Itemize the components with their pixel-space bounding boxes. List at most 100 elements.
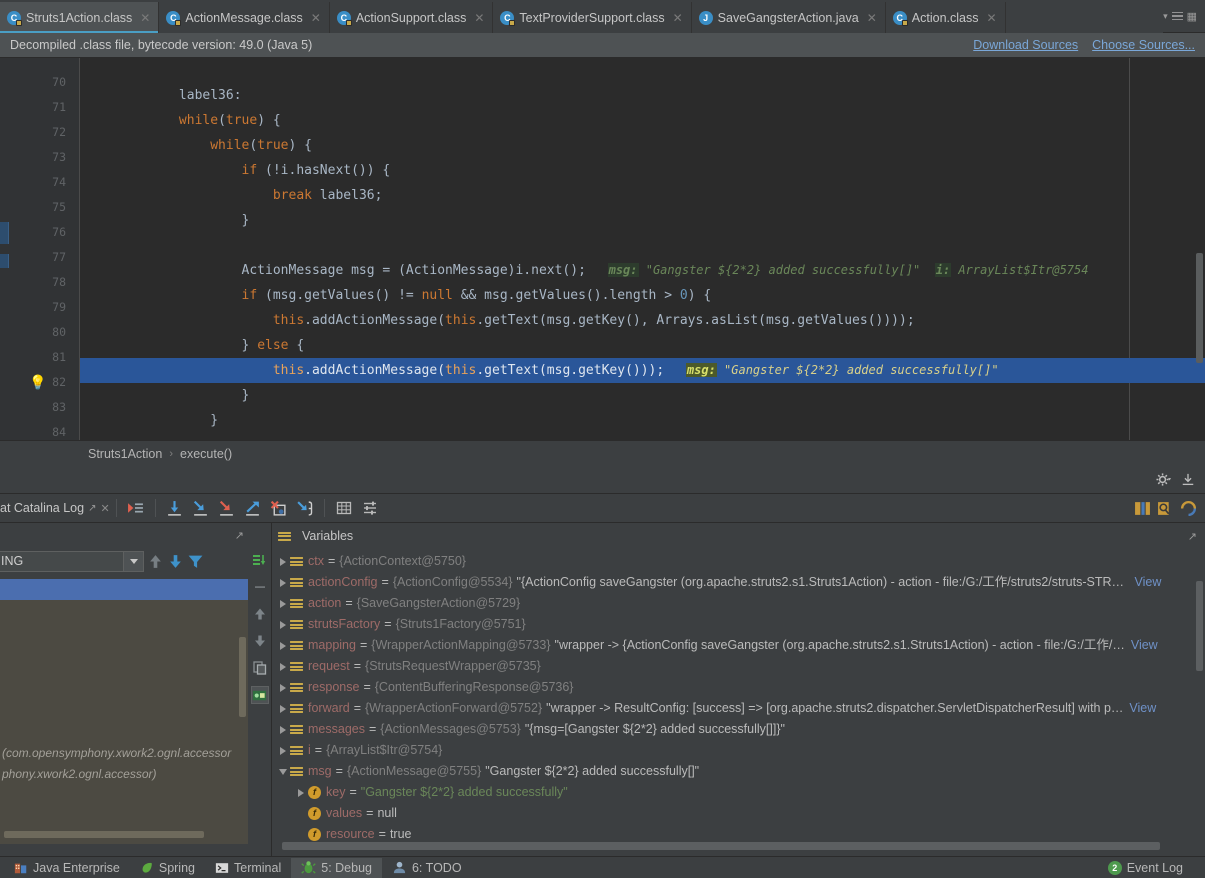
expand-toggle-icon[interactable] (276, 704, 290, 713)
breadcrumb-class[interactable]: Struts1Action (88, 447, 162, 461)
step-over-icon[interactable] (164, 497, 186, 519)
pin-icon[interactable]: ↗ (88, 503, 96, 514)
variable-row-values[interactable]: f values = null (272, 803, 1205, 824)
pin-icon[interactable]: ↗ (1188, 530, 1205, 543)
code-line-83[interactable]: } (80, 383, 1205, 408)
variable-row-resource[interactable]: f resource = true (272, 824, 1205, 841)
variable-row-actionconfig[interactable]: actionConfig = {ActionConfig@5534} "{Act… (272, 572, 1205, 593)
pin-icon[interactable]: ↗ (235, 529, 244, 542)
variable-row-strutsfactory[interactable]: strutsFactory = {Struts1Factory@5751} (272, 614, 1205, 635)
thread-selector-combo[interactable]: ING (0, 550, 144, 572)
editor-tab-action[interactable]: C Action.class ✕ (885, 2, 1006, 33)
close-icon[interactable]: ✕ (100, 502, 109, 515)
editor-tab-actionsupport[interactable]: C ActionSupport.class ✕ (329, 2, 494, 33)
breadcrumb-method[interactable]: execute() (180, 447, 232, 461)
close-icon[interactable]: ✕ (867, 12, 877, 24)
expand-toggle-icon[interactable] (294, 788, 308, 797)
expand-toggle-icon[interactable] (276, 746, 290, 755)
variable-row-msg[interactable]: msg = {ActionMessage@5755} "Gangster ${2… (272, 761, 1205, 782)
expand-toggle-icon[interactable] (276, 599, 290, 608)
chevron-down-icon[interactable]: ▾ (1163, 11, 1168, 22)
frame-row[interactable] (0, 621, 248, 642)
status-item-debug[interactable]: 5: Debug (291, 857, 382, 878)
filter-icon[interactable] (187, 553, 204, 570)
editor-vertical-scrollbar[interactable] (1196, 253, 1203, 363)
mute-breakpoints-icon[interactable] (1157, 500, 1174, 517)
code-line-77[interactable] (80, 233, 1205, 258)
chevron-down-icon[interactable] (123, 551, 143, 571)
status-item-spring[interactable]: Spring (130, 858, 205, 878)
frame-row[interactable] (0, 600, 248, 621)
code-line-71[interactable]: label36: (80, 83, 1205, 108)
frames-list[interactable]: (com.opensymphony.xwork2.ognl.accessor p… (0, 579, 248, 844)
status-item-todo[interactable]: 6: TODO (382, 858, 472, 878)
variable-row-response[interactable]: response = {ContentBufferingResponse@573… (272, 677, 1205, 698)
step-into-icon[interactable] (190, 497, 212, 519)
code-line-84[interactable]: } (80, 408, 1205, 433)
tab-list-menu-icon[interactable] (1171, 11, 1183, 21)
frame-row[interactable]: (com.opensymphony.xwork2.ognl.accessor (0, 743, 248, 764)
variable-row-action[interactable]: action = {SaveGangsterAction@5729} (272, 593, 1205, 614)
debug-session-tab[interactable]: at Catalina Log ↗ ✕ (0, 501, 110, 515)
restore-layout-icon[interactable] (1180, 500, 1197, 517)
move-up-icon[interactable] (251, 605, 269, 623)
expand-toggle-icon[interactable] (276, 578, 290, 587)
expand-toggle-icon[interactable] (276, 662, 290, 671)
editor-tab-actionmessage[interactable]: C ActionMessage.class ✕ (159, 2, 330, 33)
move-down-icon[interactable] (251, 632, 269, 650)
code-line-80[interactable]: this.addActionMessage(this.getText(msg.g… (80, 308, 1205, 333)
code-line-74[interactable]: if (!i.hasNext()) { (80, 158, 1205, 183)
variables-horizontal-scrollbar[interactable] (282, 842, 1160, 850)
code-line-81[interactable]: } else { (80, 333, 1205, 358)
frame-row[interactable] (0, 663, 248, 684)
variable-row-messages[interactable]: messages = {ActionMessages@5753} "{msg=[… (272, 719, 1205, 740)
frame-row[interactable] (0, 642, 248, 663)
editor-tab-struts1action[interactable]: C Struts1Action.class ✕ (0, 2, 160, 33)
close-icon[interactable]: ✕ (673, 12, 683, 24)
code-editor[interactable]: 70 71 72 73 74 75 76 77 78 79 80 81 82 8… (0, 58, 1205, 440)
code-line-76[interactable]: } (80, 208, 1205, 233)
view-link[interactable]: View (1131, 635, 1158, 656)
expand-toggle-icon[interactable] (276, 557, 290, 566)
view-link[interactable]: View (1129, 698, 1156, 719)
close-icon[interactable]: ✕ (474, 12, 484, 24)
frame-row[interactable] (0, 579, 248, 600)
remove-icon[interactable] (251, 578, 269, 596)
close-icon[interactable]: ✕ (986, 12, 996, 24)
code-line-70[interactable] (80, 58, 1205, 83)
status-item-java-enterprise[interactable]: Java Enterprise (4, 858, 130, 878)
expand-toggle-icon[interactable] (276, 641, 290, 650)
code-line-72[interactable]: while(true) { (80, 108, 1205, 133)
editor-tab-savegangsteraction[interactable]: J SaveGangsterAction.java ✕ (691, 2, 886, 33)
collapse-toggle-icon[interactable] (276, 768, 290, 775)
copy-icon[interactable] (251, 659, 269, 677)
close-icon[interactable]: ✕ (311, 12, 321, 24)
editor-tab-textprovidersupport[interactable]: C TextProviderSupport.class ✕ (493, 2, 692, 33)
force-step-into-icon[interactable] (216, 497, 238, 519)
frame-row[interactable]: phony.xwork2.ognl.accessor) (0, 764, 248, 785)
settings-icon[interactable] (359, 497, 381, 519)
editor-text-area[interactable]: label36: while(true) { while(true) { if … (80, 58, 1205, 440)
run-to-cursor-icon[interactable] (294, 497, 316, 519)
drop-frame-icon[interactable] (268, 497, 290, 519)
variable-row-mapping[interactable]: mapping = {WrapperActionMapping@5733} "w… (272, 635, 1205, 656)
frames-vertical-scrollbar[interactable] (239, 637, 246, 717)
code-line-79[interactable]: if (msg.getValues() != null && msg.getVa… (80, 283, 1205, 308)
download-sources-link[interactable]: Download Sources (973, 38, 1078, 52)
evaluate-expression-icon[interactable] (333, 497, 355, 519)
sort-up-icon[interactable] (147, 553, 164, 570)
variables-vertical-scrollbar[interactable] (1196, 581, 1203, 671)
variable-row-request[interactable]: request = {StrutsRequestWrapper@5735} (272, 656, 1205, 677)
variable-row-ctx[interactable]: ctx = {ActionContext@5750} (272, 551, 1205, 572)
light-bulb-icon[interactable]: 💡 (29, 374, 46, 390)
choose-sources-link[interactable]: Choose Sources... (1092, 38, 1195, 52)
status-item-terminal[interactable]: Terminal (205, 858, 291, 878)
frames-horizontal-scrollbar[interactable] (4, 831, 204, 838)
variable-row-i[interactable]: i = {ArrayList$Itr@5754} (272, 740, 1205, 761)
expand-toggle-icon[interactable] (276, 683, 290, 692)
show-execution-point-icon[interactable] (125, 497, 147, 519)
status-item-event-log[interactable]: 2 Event Log (1098, 858, 1193, 878)
code-line-73[interactable]: while(true) { (80, 133, 1205, 158)
add-watch-icon[interactable] (251, 551, 269, 569)
expand-toggle-icon[interactable] (276, 725, 290, 734)
